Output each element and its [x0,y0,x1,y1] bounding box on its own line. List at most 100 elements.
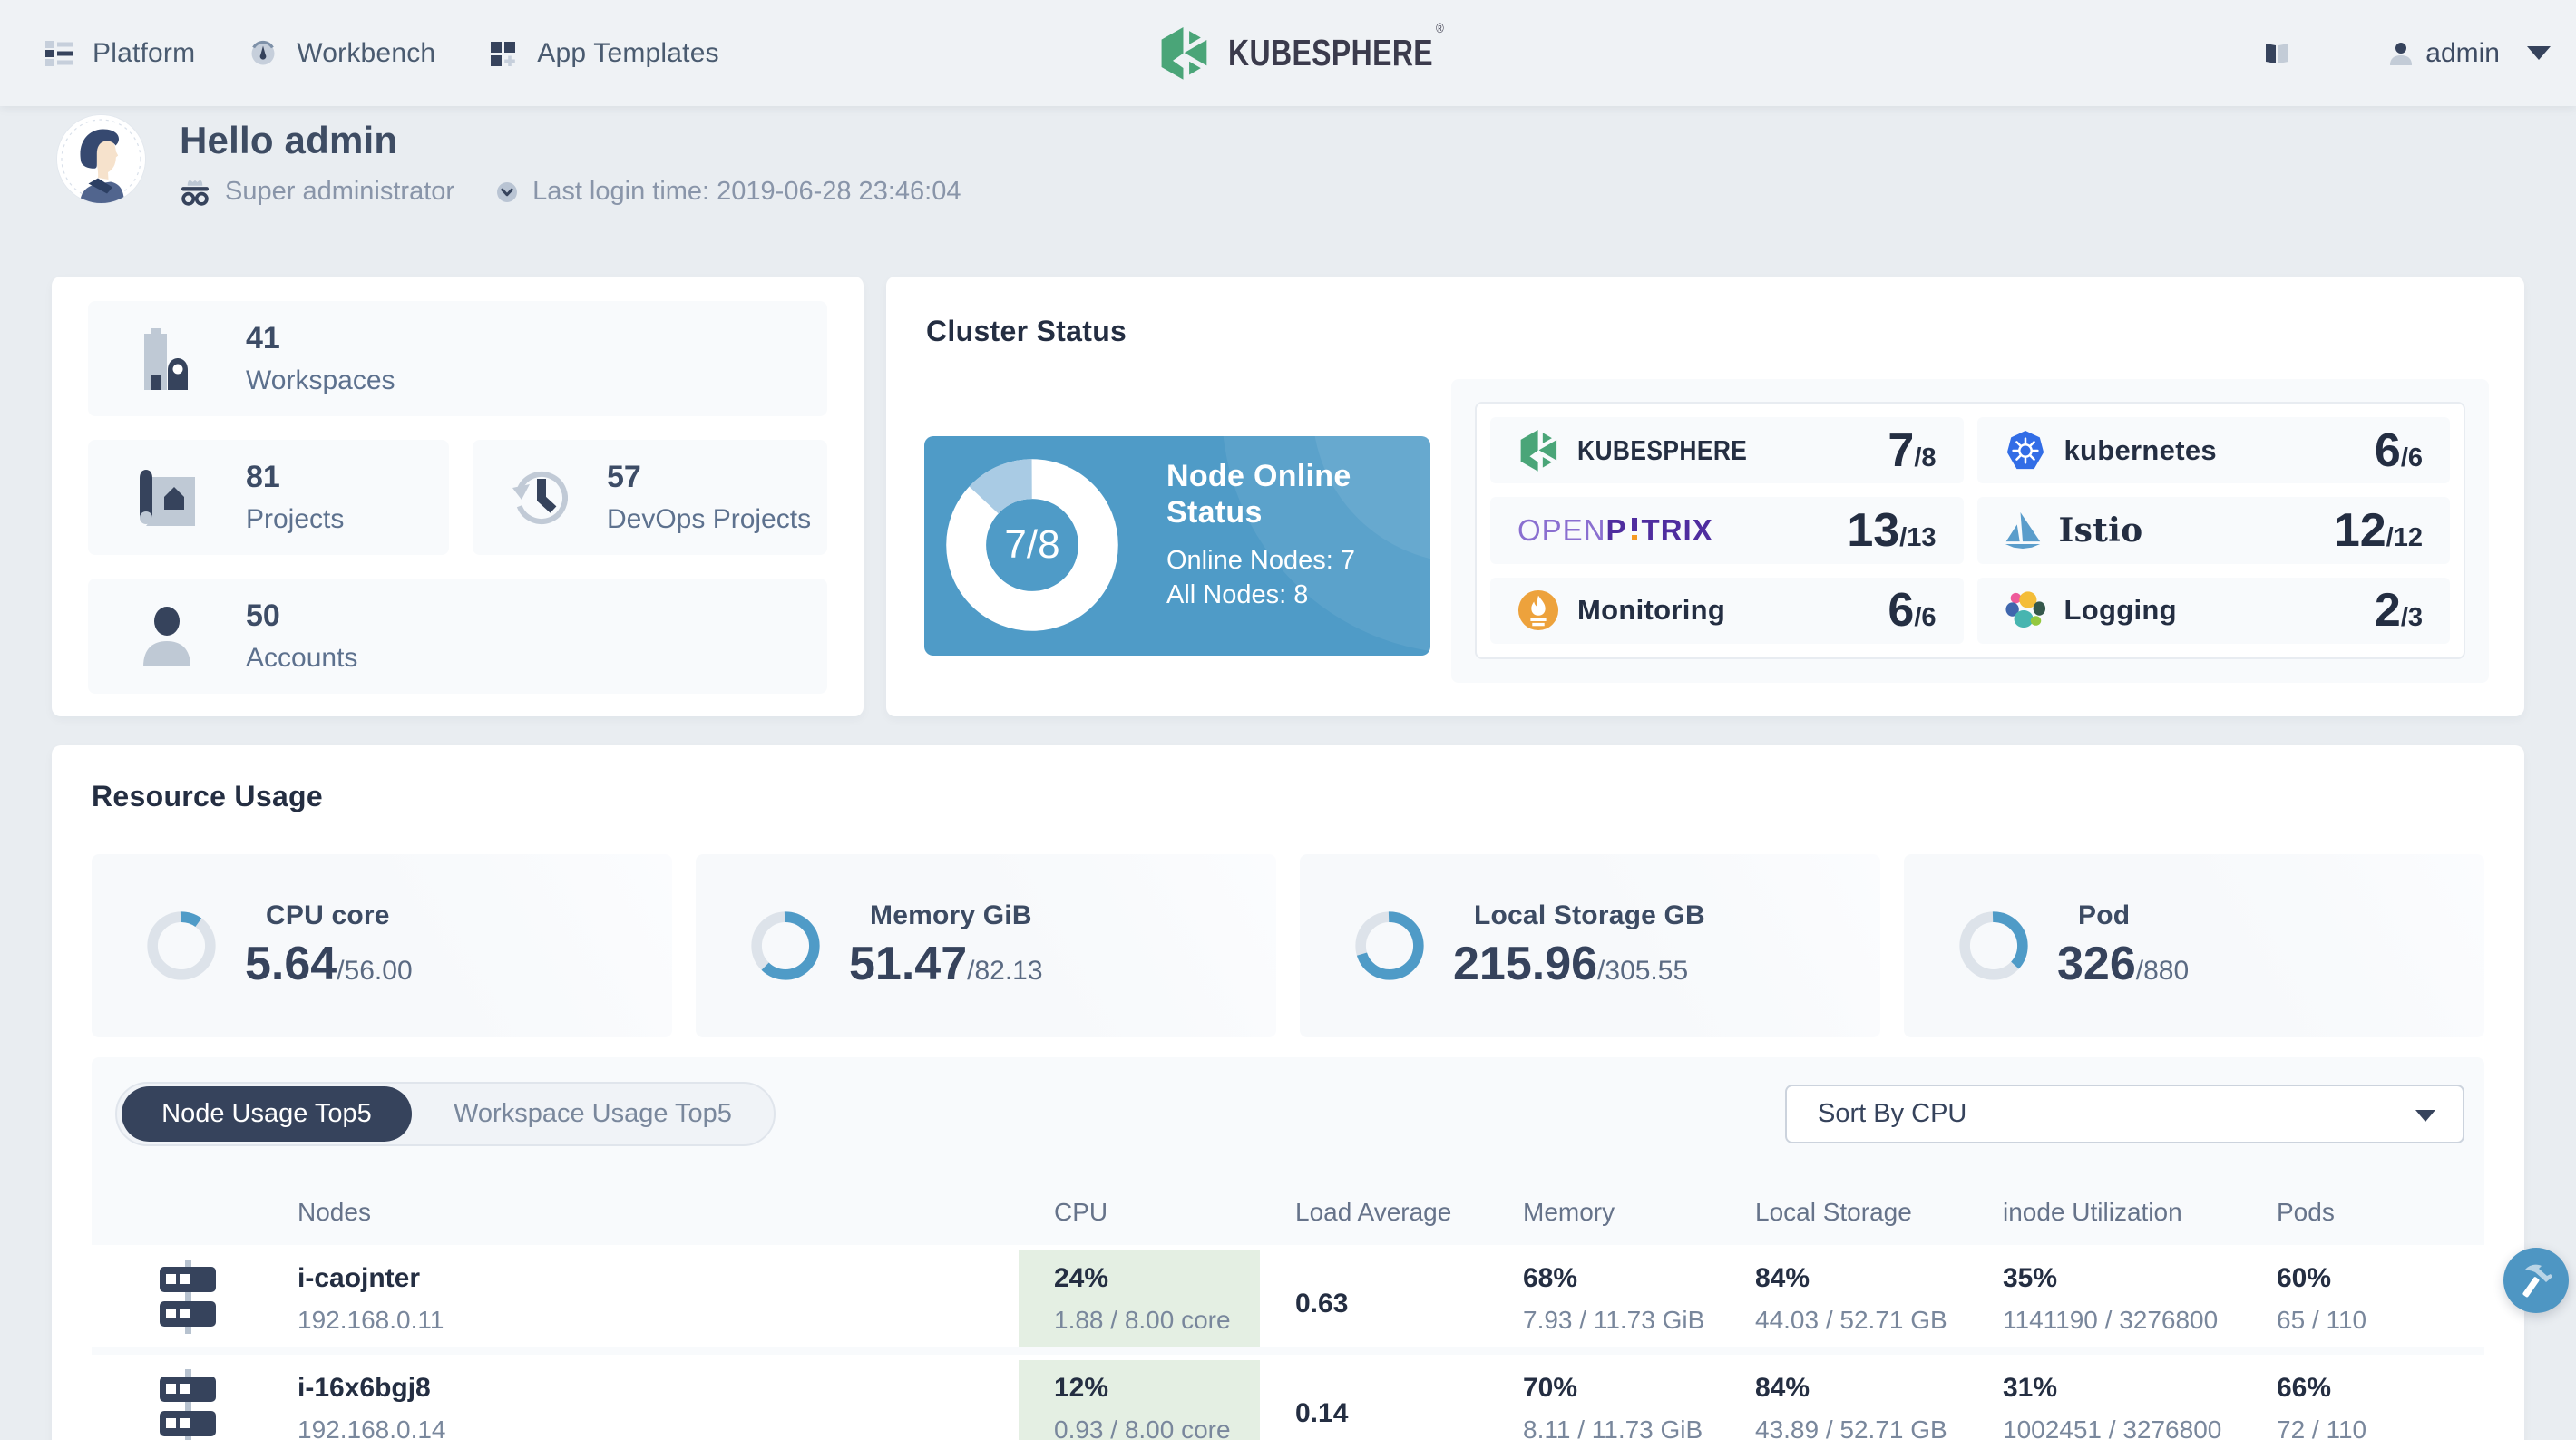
kubesphere-logo[interactable]: KUBESPHERE® [1160,21,1501,80]
meter-text: Local Storage GB 215.96/305.55 [1453,900,1705,991]
components-panel: KUBESPHERE 7/8 kubernetes 6/6 OPEN P TRI… [1451,379,2489,683]
stat-tiles-row: 81 Projects 57 DevOps Projects [88,440,827,555]
all-nodes-line: All Nodes: 8 [1166,580,1309,609]
cluster-status-title: Cluster Status [926,315,1127,347]
component-kubesphere[interactable]: KUBESPHERE 7/8 [1490,417,1964,484]
cpu-value: 24% [1054,1263,1109,1293]
component-total: /8 [1914,443,1937,472]
nav-item-platform[interactable]: Platform [45,38,195,69]
hero-text: Hello admin Super administrator Last log… [180,119,961,207]
component-name: Monitoring [1577,594,1726,627]
inode-value: 31% [2003,1373,2058,1403]
stat-projects[interactable]: 81 Projects [88,440,449,555]
meter-text: Pod 326/880 [2057,900,2189,991]
component-value: 13 [1847,503,1900,557]
load-average-cell: 0.63 [1295,1289,1348,1319]
top-cards-row: 41 Workspaces 81 Projects 57 DevOps Proj… [52,277,2524,716]
last-login-icon [497,181,518,202]
resource-usage-card: Resource Usage CPU core 5.64/56.00 Memor… [52,745,2524,1440]
memory-cell: 68% 7.93 / 11.73 GiB [1523,1263,1704,1335]
memory-cell: 70% 8.11 / 11.73 GiB [1523,1373,1703,1440]
registered-mark: ® [1436,21,1445,36]
component-value: 2 [2374,584,2401,637]
component-value-box: 13/13 [1847,503,1936,558]
stat-icon-box [88,469,246,526]
meter-text: CPU core 5.64/56.00 [245,900,413,991]
component-monitoring[interactable]: Monitoring 6/6 [1490,577,1964,644]
node-name[interactable]: i-16x6bgj8 [298,1373,446,1404]
pods-cell: 66% 72 / 110 [2277,1373,2366,1440]
last-login-label: Last login time: 2019-06-28 23:46:04 [532,177,961,206]
stat-devops[interactable]: 57 DevOps Projects [473,440,827,555]
component-kubernetes[interactable]: kubernetes 6/6 [1976,417,2450,484]
resource-usage-title: Resource Usage [92,780,323,812]
pods-value: 60% [2277,1263,2332,1293]
inode-sub: 1141190 / 3276800 [2003,1306,2219,1334]
stat-text: 81 Projects [246,460,344,535]
stat-label: Projects [246,504,345,534]
component-logging[interactable]: Logging 2/3 [1976,577,2450,644]
node-name-cell: i-caojnter 192.168.0.11 [298,1263,444,1335]
component-value-box: 2/3 [2375,583,2423,637]
tab-workspace-usage[interactable]: Workspace Usage Top5 [412,1084,774,1144]
component-name: KUBESPHERE [1577,433,1748,466]
memory-sub: 7.93 / 11.73 GiB [1523,1306,1705,1334]
inode-value: 35% [2003,1263,2058,1293]
username[interactable]: admin [2425,38,2500,69]
user-menu-caret-icon[interactable] [2527,46,2551,60]
meter-used: 326 [2057,938,2136,990]
cpu-value: 12% [1054,1373,1109,1403]
role-icon [181,180,210,206]
docs-book-icon[interactable] [2265,43,2289,64]
node-status-title-line1: Node Online [1166,459,1351,493]
meter-cpu: CPU core 5.64/56.00 [92,854,672,1037]
meter-label: Local Storage GB [1474,900,1705,930]
component-total: /13 [1899,522,1937,552]
memory-donut [751,911,820,980]
meter-used: 215.96 [1453,938,1598,990]
component-openpitrix[interactable]: OPEN P TRIX 13/13 [1490,497,1964,564]
component-value-box: 6/6 [2375,423,2423,478]
stat-value: 81 [246,460,280,494]
local-storage-cell: 84% 43.89 / 52.71 GB [1755,1373,1947,1440]
memory-value: 70% [1523,1373,1578,1403]
table-row[interactable]: i-caojnter 192.168.0.11 24% 1.88 / 8.00 … [92,1245,2484,1347]
table-row[interactable]: i-16x6bgj8 192.168.0.14 12% 0.93 / 8.00 … [92,1355,2484,1440]
cpu-donut [147,911,216,980]
node-name[interactable]: i-caojnter [298,1263,444,1294]
app-templates-icon [491,41,516,66]
storage-value: 84% [1755,1263,1810,1293]
stat-workspaces[interactable]: 41 Workspaces [88,301,827,416]
tab-node-usage[interactable]: Node Usage Top5 [122,1086,412,1142]
openpitrix-p-text: P [1605,512,1627,547]
nav-item-workbench[interactable]: Workbench [249,38,435,69]
nav-item-app-templates[interactable]: App Templates [490,38,719,69]
stat-icon-box [88,327,246,390]
node-online-donut: 7/8 [946,459,1118,631]
pods-sub: 72 / 110 [2277,1416,2367,1440]
stat-value: 57 [607,460,641,494]
meter-value-row: 326/880 [2057,937,2189,991]
meter-text: Memory GiB 51.47/82.13 [849,900,1043,991]
node-online-status-panel: 7/8 Node Online Status Online Nodes: 7 A… [924,436,1430,656]
sort-by-select[interactable]: Sort By CPU [1785,1085,2464,1143]
devops-icon [512,471,568,524]
col-inode: inode Utilization [2003,1198,2182,1226]
table-controls: Node Usage Top5 Workspace Usage Top5 Sor… [92,1082,2484,1146]
inode-cell: 31% 1002451 / 3276800 [2003,1373,2221,1440]
local-storage-cell: 84% 44.03 / 52.71 GB [1755,1263,1947,1335]
meter-used: 51.47 [849,938,968,990]
meter-memory: Memory GiB 51.47/82.13 [696,854,1276,1037]
node-status-info: Node Online Status Online Nodes: 7 All N… [1166,458,1355,610]
node-status-title: Node Online Status [1166,458,1355,530]
meter-total: /880 [2135,956,2190,986]
user-icon [2390,42,2413,65]
storage-value: 84% [1755,1373,1810,1403]
component-istio[interactable]: Istio 12/12 [1976,497,2450,564]
toolbox-button[interactable] [2503,1248,2569,1313]
pods-sub: 65 / 110 [2277,1306,2367,1334]
component-value-box: 7/8 [1888,423,1936,478]
meter-label: Pod [2078,900,2131,930]
node-usage-table: Nodes CPU Load Average Memory Local Stor… [92,1146,2484,1440]
stat-accounts[interactable]: 50 Accounts [88,579,827,694]
